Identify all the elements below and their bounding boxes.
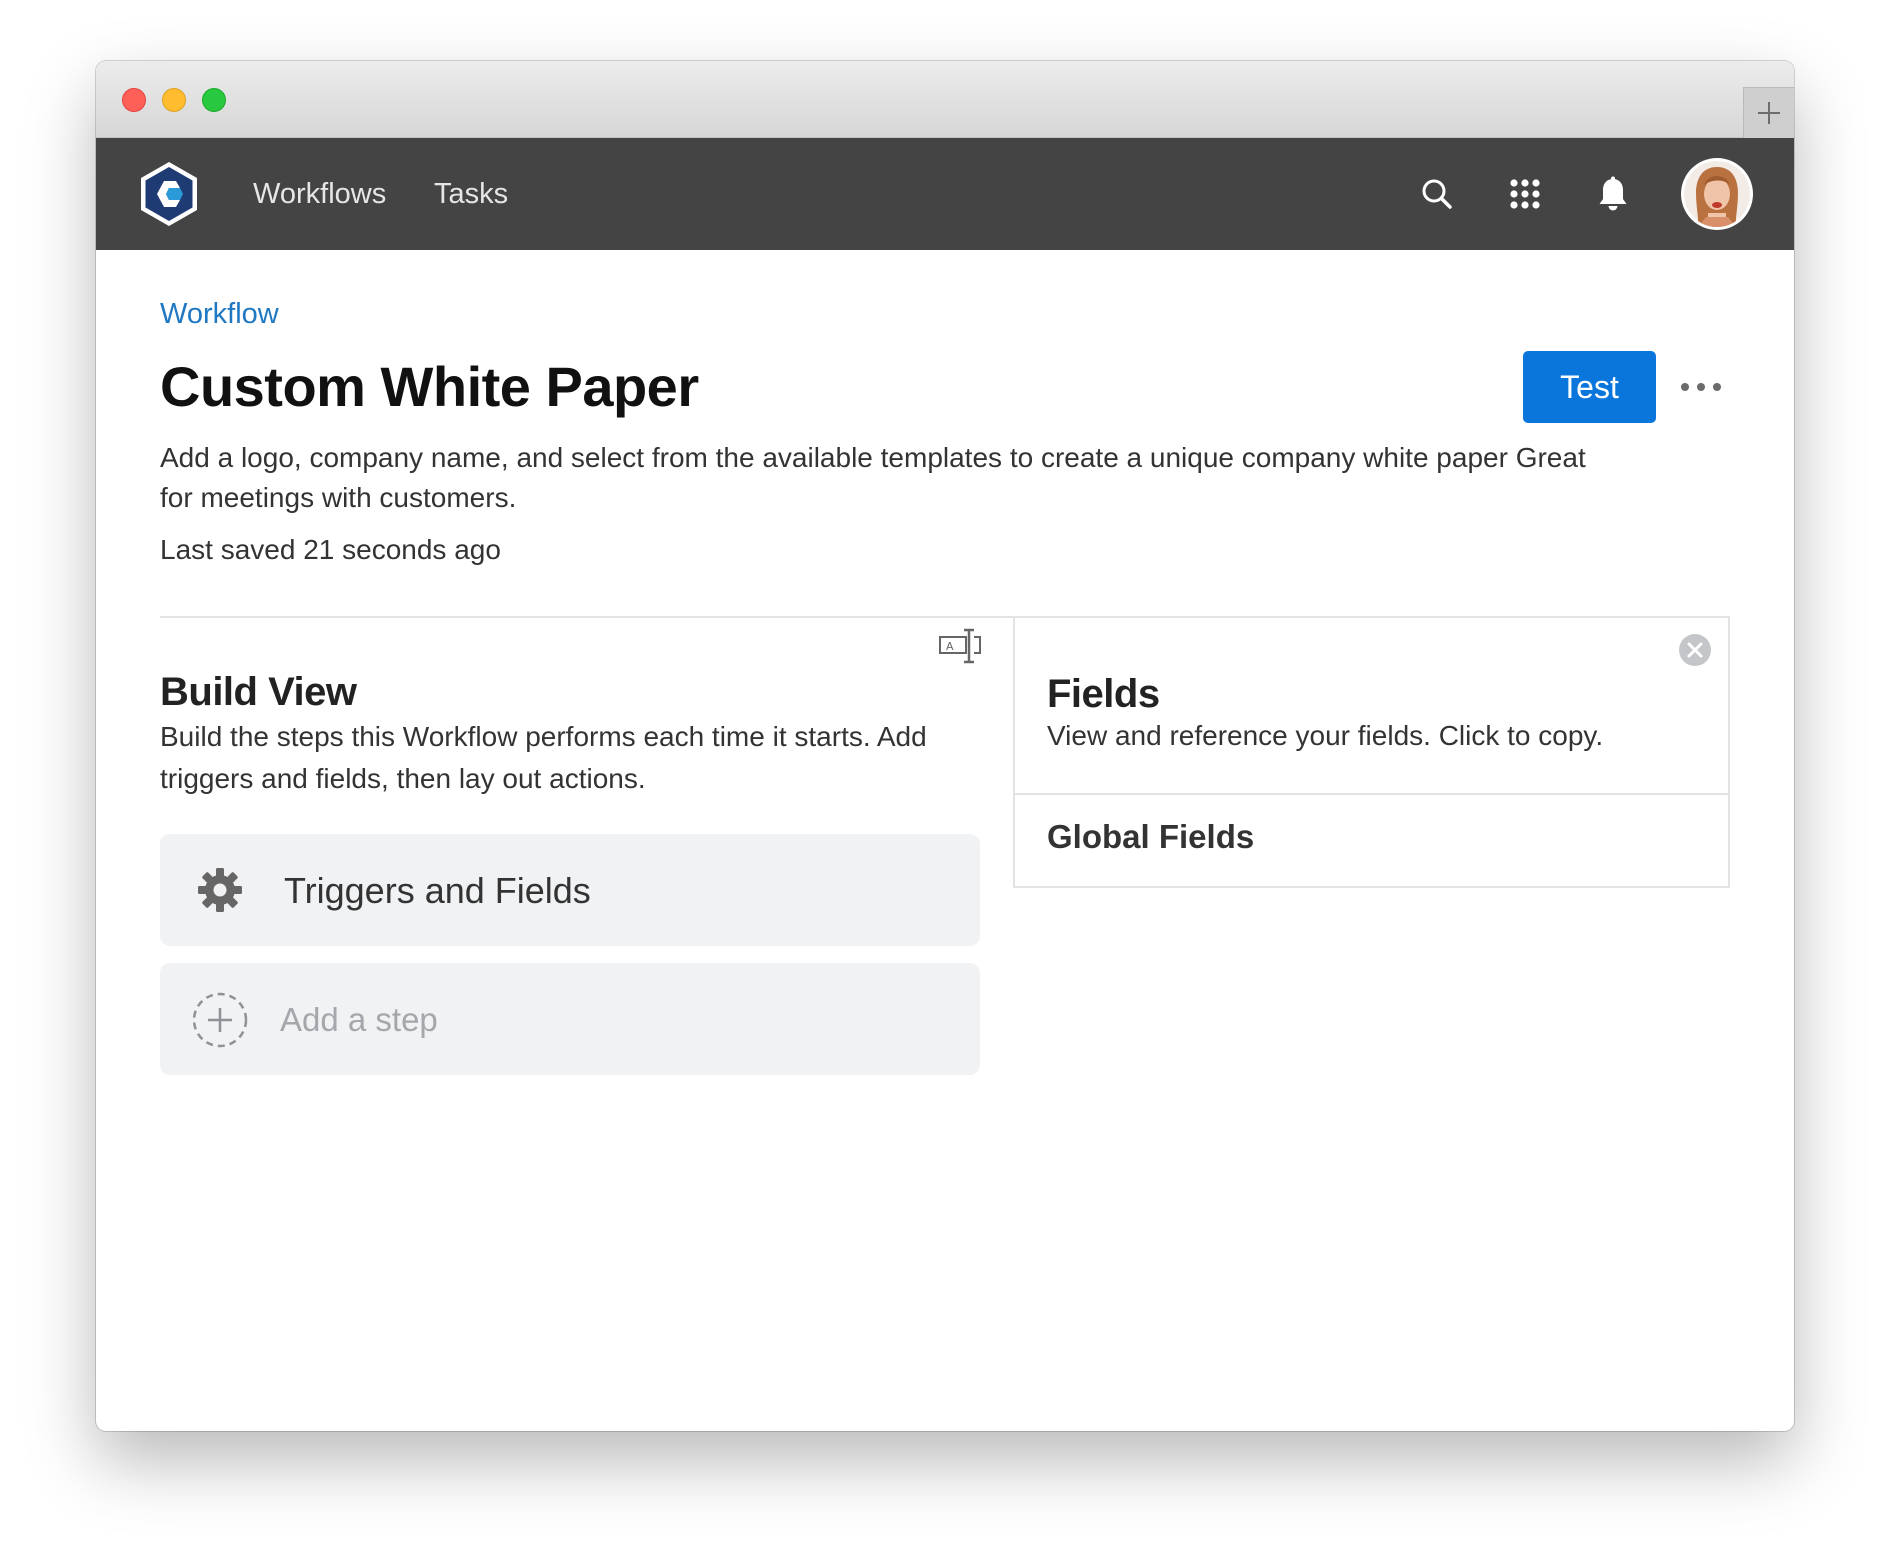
more-options-icon[interactable] [1678,370,1724,404]
zoom-window-button[interactable] [202,88,226,112]
fields-description: View and reference your fields. Click to… [1047,720,1604,751]
breadcrumb-workflow[interactable]: Workflow [160,298,279,331]
nav-link-tasks[interactable]: Tasks [434,176,508,212]
page-title: Custom White Paper [160,355,699,418]
browser-window: Workflows Tasks Workflow Custom White Pa… [96,61,1794,1431]
global-fields-section[interactable]: Global Fields [1047,818,1254,856]
fields-title: Fields [1047,672,1160,716]
step-label: Triggers and Fields [284,870,591,911]
last-saved-status: Last saved 21 seconds ago [160,534,501,565]
step-label: Add a step [280,1001,438,1038]
nav-link-workflows[interactable]: Workflows [253,176,386,212]
close-window-button[interactable] [122,88,146,112]
triggers-and-fields-step[interactable]: Triggers and Fields [160,834,980,946]
fields-panel: Fields View and reference your fields. C… [1013,616,1730,888]
close-icon[interactable] [1678,633,1712,667]
test-button[interactable]: Test [1523,351,1656,423]
divider [1015,793,1728,795]
title-bar [96,61,1794,138]
add-step-button[interactable]: Add a step [160,963,980,1075]
svg-text:A: A [946,640,954,653]
minimize-window-button[interactable] [162,88,186,112]
user-avatar[interactable] [1684,161,1750,227]
top-navbar: Workflows Tasks [96,138,1794,250]
new-tab-button[interactable] [1743,87,1794,138]
workflow-description: Add a logo, company name, and select fro… [160,442,1586,513]
add-circle-icon [192,992,248,1048]
build-view-title: Build View [160,670,357,714]
app-logo-icon[interactable] [134,159,204,229]
text-field-toggle-icon[interactable]: A [938,627,982,665]
bell-icon[interactable] [1593,174,1633,214]
main-content: Workflow Custom White Paper Test Add a l… [96,250,1794,1431]
divider [160,616,1015,618]
search-icon[interactable] [1417,174,1457,214]
build-view-description: Build the steps this Workflow performs e… [160,721,927,794]
apps-grid-icon[interactable] [1505,174,1545,214]
gear-icon [198,868,242,912]
